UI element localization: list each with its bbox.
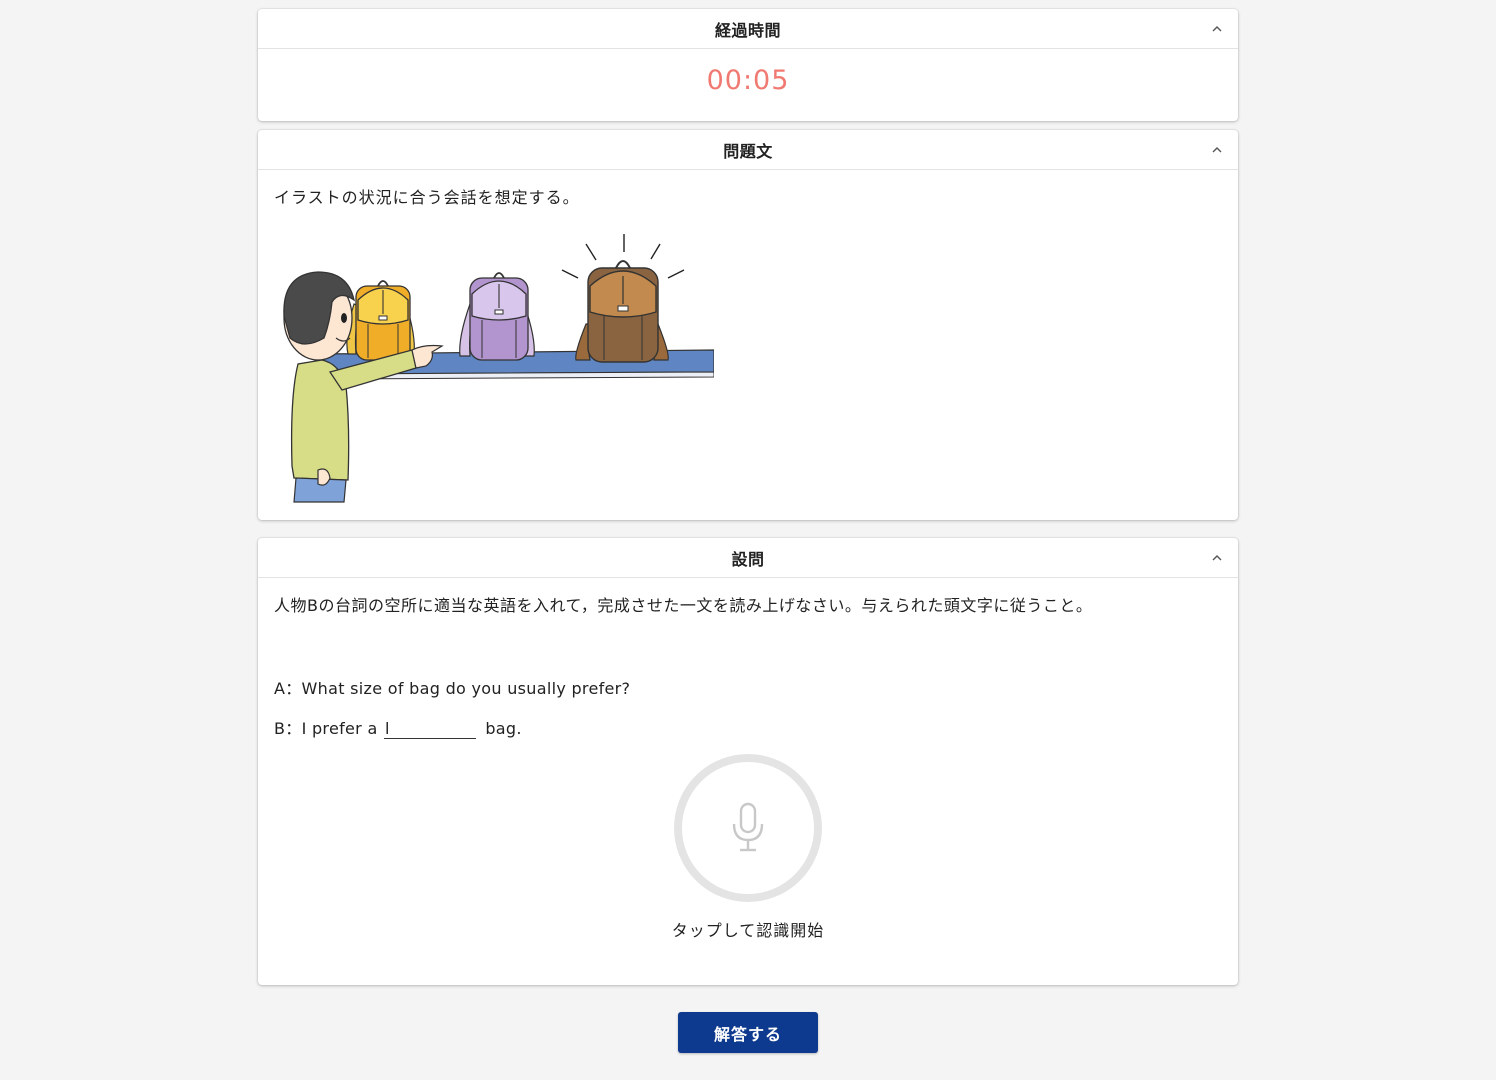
collapse-question-button[interactable] [1206,547,1228,569]
dialog-line-b-suffix: bag. [485,719,522,738]
chevron-up-icon [1212,147,1222,153]
elapsed-time-title: 経過時間 [714,20,781,40]
collapse-elapsed-time-button[interactable] [1206,18,1228,40]
submit-answer-button[interactable]: 解答する [678,1012,818,1053]
problem-card: 問題文 イラストの状況に合う会話を想定する。 [258,130,1238,520]
page: 経過時間 00:05 問題文 イラストの状況に合う会話を想定する。 設問 人物B… [0,0,1496,1080]
elapsed-time-header: 経過時間 [258,9,1238,49]
question-header: 設問 [258,538,1238,578]
collapse-problem-button[interactable] [1206,139,1228,161]
elapsed-time-value: 00:05 [706,65,790,96]
question-instruction: 人物Bの台詞の空所に適当な英語を入れて，完成させた一文を読み上げなさい。与えられ… [274,596,1093,615]
chevron-up-icon [1212,26,1222,32]
start-recognition-button[interactable] [674,754,822,902]
microphone-icon [732,802,764,852]
question-title: 設問 [731,549,765,569]
problem-text: イラストの状況に合う会話を想定する。 [274,188,580,207]
problem-header: 問題文 [258,130,1238,170]
dialog-line-b-prefix: B：I prefer a [274,719,378,738]
elapsed-time-card: 経過時間 00:05 [258,9,1238,121]
answer-blank: l [383,720,476,739]
dialog-line-a: A：What size of bag do you usually prefer… [274,679,631,698]
dialog-line-b: B：I prefer a l bag. [274,715,522,739]
chevron-up-icon [1212,555,1222,561]
problem-title: 問題文 [723,141,773,161]
mic-caption: タップして認識開始 [671,921,825,940]
question-card: 設問 人物Bの台詞の空所に適当な英語を入れて，完成させた一文を読み上げなさい。与… [258,538,1238,985]
boy-pointing-at-backpacks-illustration [283,234,714,503]
